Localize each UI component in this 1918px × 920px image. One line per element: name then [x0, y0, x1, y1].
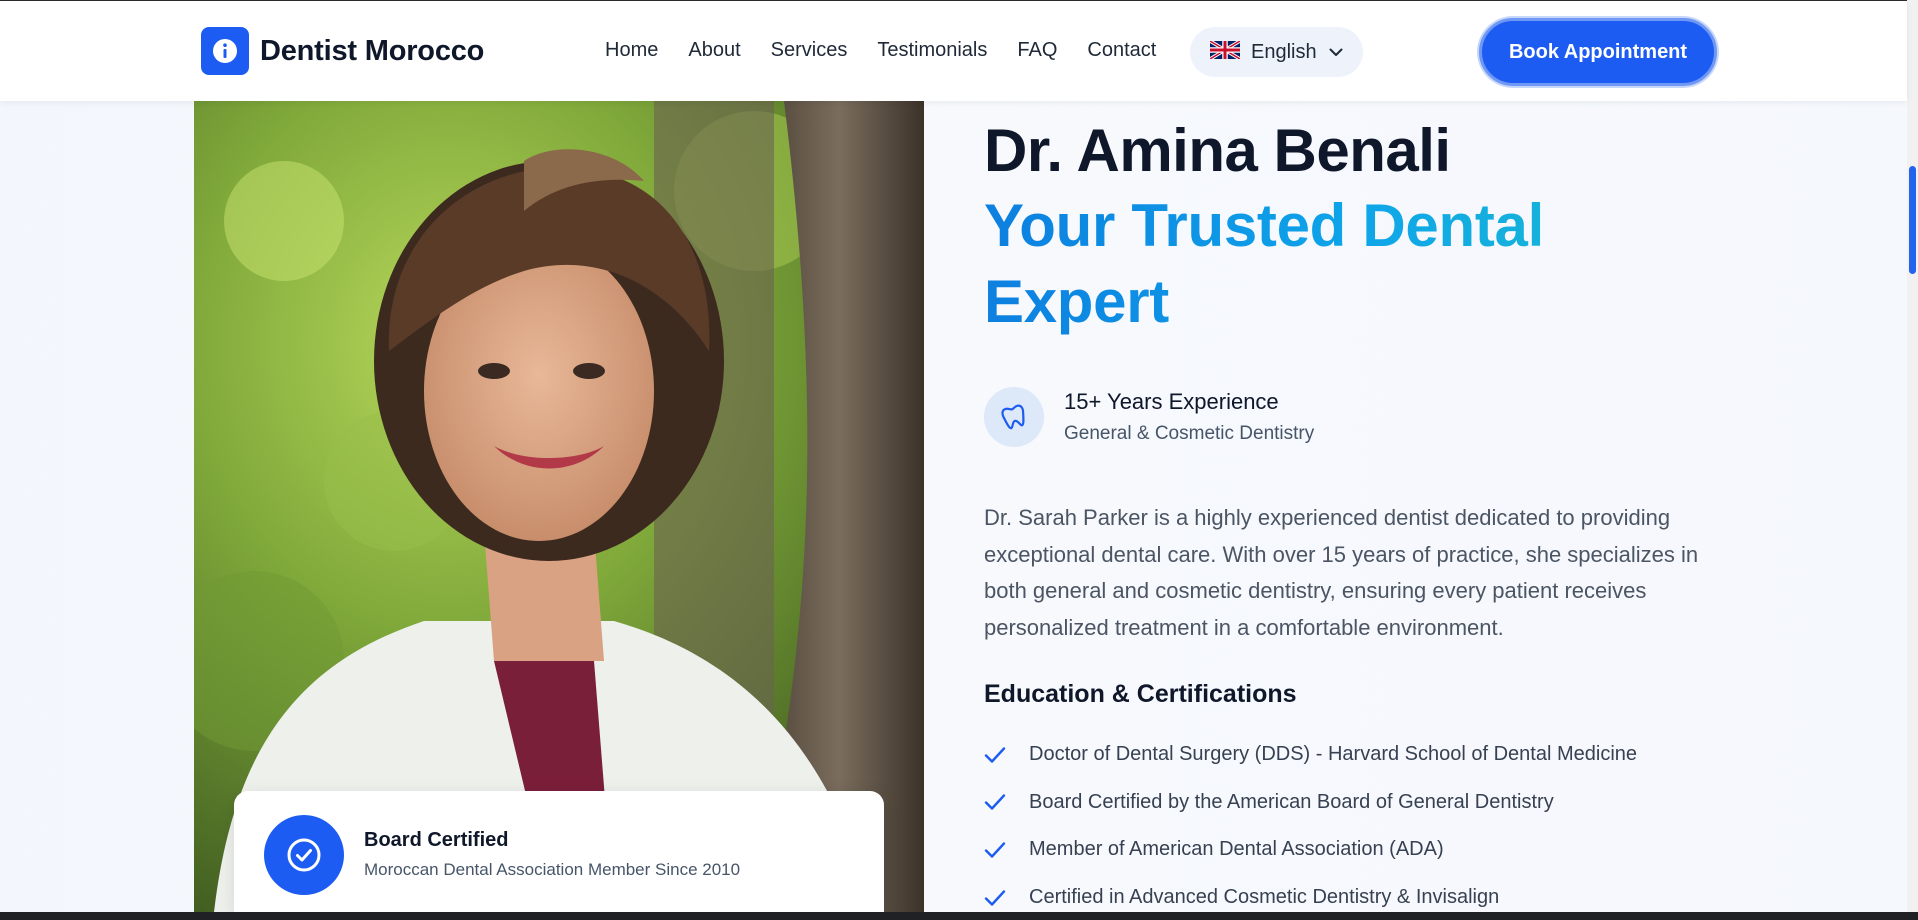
scrollbar-thumb[interactable]	[1909, 166, 1916, 274]
uk-flag-icon	[1209, 38, 1241, 64]
nav-contact[interactable]: Contact	[1087, 39, 1156, 62]
nav-home[interactable]: Home	[605, 39, 658, 62]
check-icon	[984, 793, 1008, 811]
doctor-name: Dr. Amina Benali	[984, 117, 1451, 184]
language-selector[interactable]: English	[1190, 27, 1363, 77]
doctor-bio: Dr. Sarah Parker is a highly experienced…	[984, 505, 1699, 641]
hero-tagline: Your Trusted Dental Expert	[984, 188, 1604, 340]
education-item-text: Member of American Dental Association (A…	[1029, 838, 1444, 861]
brand[interactable]: Dentist Morocco	[201, 27, 484, 75]
check-icon	[984, 889, 1008, 907]
list-item: Doctor of Dental Surgery (DDS) - Harvard…	[984, 731, 1637, 779]
chevron-down-icon	[1329, 48, 1343, 57]
education-item-text: Board Certified by the American Board of…	[1029, 790, 1554, 813]
book-appointment-button[interactable]: Book Appointment	[1479, 18, 1717, 86]
nav-services[interactable]: Services	[771, 39, 848, 62]
list-item: Member of American Dental Association (A…	[984, 826, 1637, 874]
education-item-text: Doctor of Dental Surgery (DDS) - Harvard…	[1029, 743, 1638, 766]
cert-subtitle: Moroccan Dental Association Member Since…	[364, 860, 741, 879]
taskbar-strip	[0, 912, 1918, 920]
education-item-text: Certified in Advanced Cosmetic Dentistry…	[1029, 886, 1500, 909]
language-label: English	[1251, 40, 1317, 63]
check-icon	[984, 746, 1008, 764]
education-list: Doctor of Dental Surgery (DDS) - Harvard…	[984, 731, 1637, 920]
experience-subtitle: General & Cosmetic Dentistry	[1064, 423, 1315, 444]
scrollbar-track[interactable]	[1907, 0, 1918, 912]
check-circle-icon	[264, 815, 344, 895]
education-title: Education & Certifications	[984, 680, 1297, 708]
list-item: Board Certified by the American Board of…	[984, 779, 1637, 827]
cert-title: Board Certified	[364, 829, 509, 851]
check-icon	[984, 841, 1008, 859]
nav-testimonials[interactable]: Testimonials	[877, 39, 987, 62]
site-header: Dentist Morocco Home About Services Test…	[0, 1, 1907, 101]
main-nav: Home About Services Testimonials FAQ Con…	[605, 39, 1186, 62]
board-certified-card: Board Certified Moroccan Dental Associat…	[234, 791, 884, 912]
info-icon	[201, 27, 249, 75]
brand-name: Dentist Morocco	[260, 34, 485, 67]
tooth-icon	[984, 387, 1044, 447]
nav-about[interactable]: About	[688, 39, 740, 62]
experience-title: 15+ Years Experience	[1064, 389, 1279, 414]
nav-faq[interactable]: FAQ	[1017, 39, 1057, 62]
